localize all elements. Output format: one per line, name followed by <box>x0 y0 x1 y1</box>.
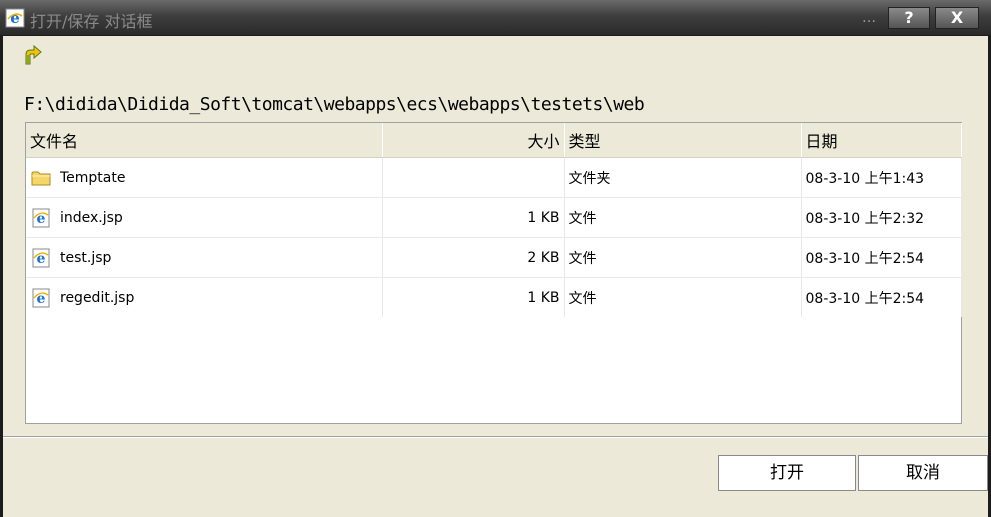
close-button[interactable]: X <box>935 7 979 29</box>
svg-text:e: e <box>10 9 20 27</box>
title-ellipsis: … <box>862 10 877 26</box>
file-name: index.jsp <box>60 209 123 226</box>
file-name: regedit.jsp <box>60 289 135 306</box>
help-button[interactable]: ? <box>888 7 930 29</box>
window-title: 打开/保存 对话框 <box>30 12 153 31</box>
cancel-button[interactable]: 取消 <box>858 455 988 491</box>
column-header-name[interactable]: 文件名 <box>26 123 383 158</box>
column-header-date[interactable]: 日期 <box>801 123 962 158</box>
file-type: 文件 <box>564 237 802 278</box>
file-name-cell: e index.jsp <box>26 197 383 238</box>
window-frame-left <box>0 36 3 517</box>
file-type: 文件 <box>564 197 802 238</box>
file-list: 文件名 大小 类型 日期 Temptate 文件夹 08-3-10 上午1:43… <box>25 122 962 424</box>
ie-file-icon: e <box>30 287 52 309</box>
file-size: 2 KB <box>382 237 565 278</box>
file-name-cell: e test.jsp <box>26 237 383 278</box>
file-name-cell: e regedit.jsp <box>26 277 383 317</box>
column-header-type[interactable]: 类型 <box>564 123 802 158</box>
file-date: 08-3-10 上午2:32 <box>801 197 962 238</box>
file-name: Temptate <box>60 169 126 186</box>
table-row[interactable]: e test.jsp 2 KB 文件 08-3-10 上午2:54 <box>26 237 962 278</box>
file-name: test.jsp <box>60 249 112 266</box>
file-date: 08-3-10 上午2:54 <box>801 237 962 278</box>
file-type: 文件 <box>564 277 802 317</box>
table-header-row: 文件名 大小 类型 日期 <box>26 123 962 158</box>
table-row[interactable]: Temptate 文件夹 08-3-10 上午1:43 <box>26 157 962 198</box>
ie-file-icon: e <box>30 247 52 269</box>
column-header-size[interactable]: 大小 <box>382 123 565 158</box>
current-path: F:\didida\Didida_Soft\tomcat\webapps\ecs… <box>24 94 645 115</box>
ie-app-icon: e <box>5 8 25 28</box>
table-row[interactable]: e regedit.jsp 1 KB 文件 08-3-10 上午2:54 <box>26 277 962 317</box>
file-name-cell: Temptate <box>26 157 383 198</box>
file-type: 文件夹 <box>564 157 802 198</box>
file-size: 1 KB <box>382 197 565 238</box>
table-row[interactable]: e index.jsp 1 KB 文件 08-3-10 上午2:32 <box>26 197 962 238</box>
folder-icon <box>30 167 52 189</box>
file-date: 08-3-10 上午2:54 <box>801 277 962 317</box>
file-size <box>382 157 565 198</box>
button-separator <box>3 436 988 438</box>
ie-file-icon: e <box>30 207 52 229</box>
file-date: 08-3-10 上午1:43 <box>801 157 962 198</box>
file-table: 文件名 大小 类型 日期 Temptate 文件夹 08-3-10 上午1:43… <box>26 123 962 317</box>
up-folder-icon[interactable] <box>22 44 44 66</box>
file-size: 1 KB <box>382 277 565 317</box>
title-bar: e 打开/保存 对话框 … ? X <box>0 0 991 36</box>
open-button[interactable]: 打开 <box>718 455 856 491</box>
